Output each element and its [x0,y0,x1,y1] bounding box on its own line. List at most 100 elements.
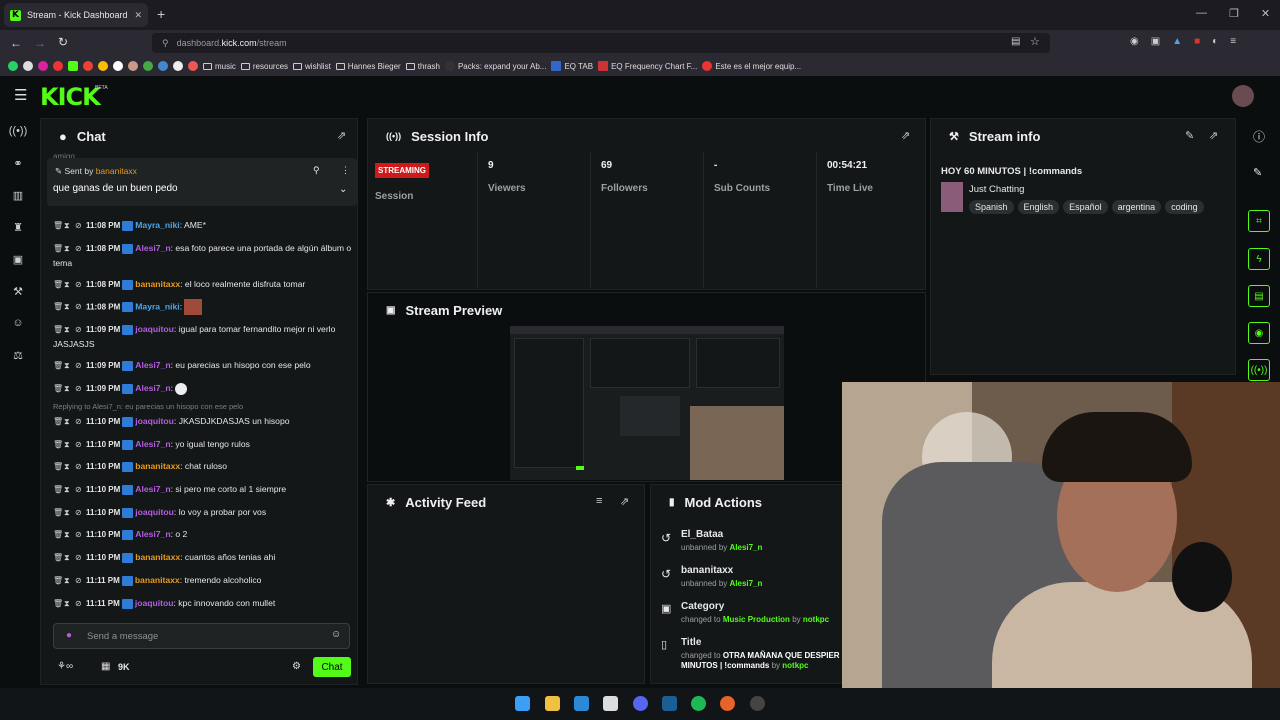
broadcast-icon[interactable]: ((•)) [9,124,28,138]
bookmark-favicon-icon[interactable] [143,61,153,71]
quick-action-flash-button[interactable]: ϟ [1248,248,1270,270]
quick-action-broadcast-button[interactable]: ((•)) [1248,359,1270,381]
wrench-icon[interactable]: ⚒ [11,284,25,298]
timeout-icon[interactable]: ⧗ [64,460,75,474]
bookmark-star-icon[interactable]: ☆ [1030,35,1040,48]
account-icon[interactable]: ◐ [1212,36,1218,47]
pencil-icon[interactable]: ✎ [1253,166,1262,179]
ban-icon[interactable]: ⊘ [75,528,86,542]
bookmark-folder-resources[interactable]: resources [240,62,288,71]
message-username[interactable]: joaquitou [135,507,174,517]
bookmark-eq-chart[interactable]: EQ Frequency Chart F... [598,61,697,71]
message-username[interactable]: joaquitou [135,416,174,426]
bookmark-folder-hannes[interactable]: Hannes Bieger [335,62,401,71]
shield-extension-icon[interactable]: ▲ [1172,36,1182,47]
timeout-icon[interactable]: ⧗ [64,219,75,233]
users-icon[interactable]: ☺ [11,316,25,330]
timeout-icon[interactable]: ⧗ [64,528,75,542]
timeout-icon[interactable]: ⧗ [64,506,75,520]
delete-icon[interactable]: 🗑 [53,574,64,588]
delete-icon[interactable]: 🗑 [53,528,64,542]
vscode-icon[interactable] [574,696,589,711]
message-username[interactable]: Alesi7_n [135,383,170,393]
timeout-icon[interactable]: ⧗ [64,438,75,452]
delete-icon[interactable]: 🗑 [53,278,64,292]
ban-icon[interactable]: ⊘ [75,323,86,337]
timeout-icon[interactable]: ⧗ [64,597,75,611]
x-icon[interactable] [23,61,33,71]
bookmark-folder-music[interactable]: music [203,62,236,71]
drive-icon[interactable] [98,61,108,71]
timeout-icon[interactable]: ⧗ [64,483,75,497]
ban-icon[interactable]: ⊘ [75,278,86,292]
unpin-icon[interactable]: ⚲ [313,165,320,176]
delete-icon[interactable]: 🗑 [53,300,64,314]
delete-icon[interactable]: 🗑 [53,483,64,497]
chevron-down-icon[interactable]: ⌄ [339,184,347,195]
message-username[interactable]: bananitaxx [135,552,180,562]
bookmark-folder-wishlist[interactable]: wishlist [293,62,331,71]
bookmark-favicon-icon[interactable] [128,61,138,71]
link-icon[interactable]: ⚭ [11,156,25,170]
message-username[interactable]: bananitaxx [135,575,180,585]
timeout-icon[interactable]: ⧗ [64,359,75,373]
bookmark-favicon-icon[interactable] [158,61,168,71]
timeout-icon[interactable]: ⧗ [64,574,75,588]
delete-icon[interactable]: 🗑 [53,506,64,520]
bookmark-favicon-icon[interactable] [173,61,183,71]
back-icon[interactable]: ← [10,36,22,50]
popout-icon[interactable]: ⇗ [1209,129,1218,142]
timeout-icon[interactable]: ⧗ [64,242,75,256]
bookmark-packs[interactable]: Packs: expand your Ab... [444,61,546,71]
stream-preview-video[interactable] [510,326,784,480]
store-icon[interactable]: ▦ [101,661,110,672]
message-username[interactable]: Alesi7_n [135,439,170,449]
quick-action-clip-button[interactable]: ⌗ [1248,210,1270,232]
message-username[interactable]: joaquitou [135,324,174,334]
delete-icon[interactable]: 🗑 [53,219,64,233]
popout-icon[interactable]: ⇗ [620,495,629,508]
message-username[interactable]: Alesi7_n [135,360,170,370]
puzzle-icon[interactable]: ▣ [1151,36,1160,47]
bookmark-folder-thrash[interactable]: thrash [405,62,440,71]
message-username[interactable]: Alesi7_n [135,484,170,494]
delete-icon[interactable]: 🗑 [53,382,64,396]
gmail-icon[interactable] [83,61,93,71]
delete-icon[interactable]: 🗑 [53,242,64,256]
message-username[interactable]: Alesi7_n [135,243,170,253]
message-username[interactable]: Alesi7_n [135,529,170,539]
ban-icon[interactable]: ⊘ [75,438,86,452]
instagram-icon[interactable] [38,61,48,71]
delete-icon[interactable]: 🗑 [53,359,64,373]
delete-icon[interactable]: 🗑 [53,438,64,452]
timeout-icon[interactable]: ⧗ [64,278,75,292]
firefox-icon[interactable] [720,696,735,711]
user-avatar[interactable] [1232,85,1254,107]
hamburger-menu-icon[interactable]: ☰ [14,86,27,104]
close-window-button[interactable]: ✕ [1261,7,1270,20]
timeout-icon[interactable]: ⧗ [64,415,75,429]
timeout-icon[interactable]: ⧗ [64,300,75,314]
ban-icon[interactable]: ⊘ [75,359,86,373]
browser-tab[interactable]: K Stream - Kick Dashboard ✕ [4,3,148,27]
ban-icon[interactable]: ⊘ [75,382,86,396]
new-tab-button[interactable]: + [157,6,165,22]
trophy-icon[interactable]: ♜ [11,220,25,234]
maximize-button[interactable]: ❐ [1229,7,1239,20]
file-explorer-icon[interactable] [545,696,560,711]
ban-icon[interactable]: ⊘ [75,597,86,611]
reload-icon[interactable]: ↻ [58,35,68,49]
quick-action-chat-button[interactable]: ◉ [1248,322,1270,344]
moderation-icon[interactable]: ⚖ [11,348,25,362]
popout-icon[interactable]: ⇗ [901,129,910,142]
info-icon[interactable]: ⓘ [1253,128,1265,145]
steam-icon[interactable] [662,696,677,711]
timeout-icon[interactable]: ⧗ [64,382,75,396]
ban-icon[interactable]: ⊘ [75,551,86,565]
ban-icon[interactable]: ⊘ [75,242,86,256]
ban-icon[interactable]: ⊘ [75,415,86,429]
popout-icon[interactable]: ⇗ [337,129,346,142]
video-icon[interactable]: ▣ [11,252,25,266]
message-username[interactable]: bananitaxx [135,461,180,471]
timeout-icon[interactable]: ⧗ [64,551,75,565]
